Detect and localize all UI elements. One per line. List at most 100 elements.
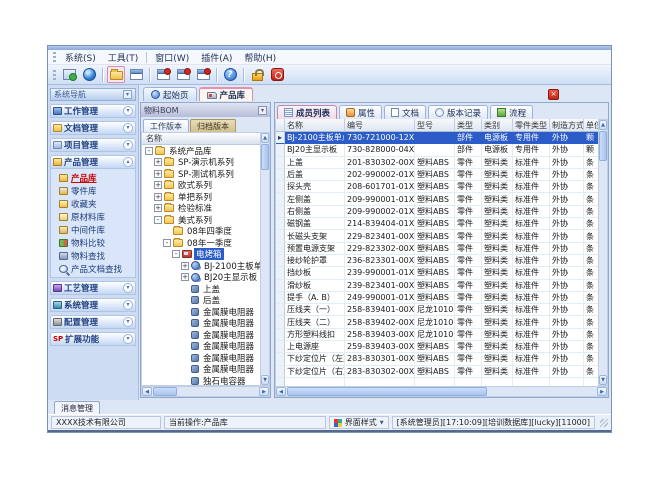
tree-item[interactable]: - 08年一季度 [142,237,260,249]
menu-item[interactable]: 帮助(H) [238,50,282,65]
table-row[interactable]: 上盖 201-830302-00X 塑料ABS 零件 塑料类 标准件 外协 条 [276,157,598,169]
toolbar-button[interactable] [221,66,239,83]
chevron-icon[interactable]: ▴ [123,157,133,167]
chevron-icon[interactable]: ▾ [123,317,133,327]
toolbar-button[interactable] [194,66,212,83]
sidebar-item[interactable]: 产品库 [51,171,135,184]
member-tab[interactable]: 版本记录 [428,105,488,119]
table-row[interactable]: ▸ BJ-2100主板单点 730-721000-12X 部件 电源板 专用件 … [276,132,598,144]
table-row[interactable]: 上电源座 259-839403-00X 塑料ABS 零件 塑料类 标准件 外协 … [276,341,598,353]
toolbar-button[interactable] [268,66,286,83]
window-resize-grip[interactable] [600,419,608,427]
expander-icon[interactable]: + [181,262,189,270]
chevron-icon[interactable]: ▾ [123,106,133,116]
version-tab[interactable]: 归档版本 [190,119,236,132]
tree-item[interactable]: + SP-演示机系列 [142,157,260,169]
toolbar-button[interactable] [154,66,172,83]
expander-icon[interactable]: + [154,204,162,212]
expander-icon[interactable]: - [172,250,180,258]
tree-item[interactable]: 金属膜电阻器 [142,341,260,353]
column-header[interactable]: 型号 [415,119,455,132]
sidebar-item[interactable]: 原材料库 [51,210,135,223]
expander-icon[interactable]: - [163,239,171,247]
tree-item[interactable]: - 电烤箱 [142,249,260,261]
document-tab[interactable]: 起始页 [143,87,197,101]
sidebar-item[interactable]: 收藏夹 [51,197,135,210]
sidebar-group-header[interactable]: 系统管理 ▾ [50,298,136,312]
tree-item[interactable]: - 美式系列 [142,214,260,226]
scroll-left-icon[interactable]: ◀ [276,387,286,396]
member-tab[interactable]: 文档 [384,105,426,119]
chevron-icon[interactable]: ▾ [123,334,133,344]
menu-item[interactable]: 插件(A) [195,50,238,65]
toolbar-button[interactable] [80,66,98,83]
column-header[interactable]: 名称 [285,119,345,132]
sidebar-group-header[interactable]: 工作管理 ▾ [50,104,136,118]
column-header[interactable]: 编号 [345,119,415,132]
table-row[interactable]: BJ20主显示板 730-828000-04X 部件 电源板 专用件 外协 颗 [276,144,598,156]
scroll-right-icon[interactable]: ▶ [259,387,269,396]
scrollbar-thumb[interactable] [599,131,607,161]
member-tab[interactable]: 成员列表 [277,105,337,119]
table-row[interactable]: 方形塑料线扣 258-839403-00X 尼龙1010 零件 塑料类 标准件 … [276,329,598,341]
tree-item[interactable]: + 检验标准 [142,203,260,215]
table-row[interactable]: 滑纱板 239-823401-00X 塑料ABS 零件 塑料类 标准件 外协 条 [276,280,598,292]
document-tab[interactable]: 产品库 [199,87,254,101]
tree-item[interactable]: 金属膜电阻器 [142,329,260,341]
chevron-icon[interactable]: ▾ [123,300,133,310]
toolbar-button[interactable] [107,66,125,83]
table-row[interactable]: 挡纱板 239-990001-01X 塑料ABS 零件 塑料类 标准件 外协 条 [276,267,598,279]
table-horizontal-scrollbar[interactable]: ◀ ▶ [275,386,608,397]
tree-item[interactable]: + 欧式系列 [142,180,260,192]
menu-item[interactable]: 工具(T) [102,50,145,65]
toolbar-button[interactable] [174,66,192,83]
expander-icon[interactable]: + [181,273,189,281]
tree-item[interactable]: + BJ20主显示板 [142,272,260,284]
scroll-down-icon[interactable]: ▼ [599,375,607,385]
scroll-down-icon[interactable]: ▼ [261,375,269,385]
tree-horizontal-scrollbar[interactable]: ◀ ▶ [141,386,270,397]
column-header[interactable]: 制造方式 [550,119,584,132]
tree-item[interactable]: + BJ-2100主板单点 [142,260,260,272]
column-header[interactable]: 单位 [584,119,598,132]
ui-style-dropdown[interactable]: 界面样式 ▼ [329,416,389,429]
table-row[interactable] [276,378,598,386]
message-panel-tab[interactable]: 消息管理 [54,401,100,414]
table-row[interactable]: 压线夹（二） 258-839402-00X 尼龙1010 零件 塑料类 标准件 … [276,316,598,328]
tree-item[interactable]: 后盖 [142,295,260,307]
sidebar-item[interactable]: 零件库 [51,184,135,197]
tree-item[interactable]: 独石电容器 [142,375,260,385]
scrollbar-thumb[interactable] [153,387,177,396]
table-row[interactable]: 下纱定位片（右） 283-830302-00X 塑料ABS 零件 塑料类 标准件… [276,366,598,378]
expander-icon[interactable]: - [145,147,153,155]
sidebar-group-header[interactable]: 产品管理 ▴ [50,155,136,169]
menu-item[interactable]: 系统(S) [59,50,102,65]
expander-icon[interactable]: + [154,170,162,178]
menu-item[interactable]: 窗口(W) [149,50,195,65]
expander-icon[interactable]: + [154,193,162,201]
table-row[interactable]: 左侧盖 209-990001-01X 塑料ABS 零件 塑料类 标准件 外协 条 [276,193,598,205]
scrollbar-thumb[interactable] [287,387,487,396]
chevron-icon[interactable]: ▾ [123,283,133,293]
chevron-icon[interactable]: ▾ [123,140,133,150]
toolbar-button[interactable] [248,66,266,83]
tree-item[interactable]: + 单把系列 [142,191,260,203]
sidebar-item[interactable]: 产品文档查找 [51,262,135,275]
scrollbar-thumb[interactable] [261,144,269,170]
pin-icon[interactable]: ▾ [258,106,267,115]
version-tab[interactable]: 工作版本 [143,119,189,132]
column-header[interactable]: 类型 [455,119,482,132]
tree-item[interactable]: - 系统产品库 [142,145,260,157]
tree-item[interactable]: 金属膜电阻器 [142,318,260,330]
tree-item[interactable]: 金属膜电阻器 [142,364,260,376]
table-row[interactable]: 后盖 202-990002-01X 塑料ABS 零件 塑料类 标准件 外协 条 [276,169,598,181]
tree-item[interactable]: 金属膜电阻器 [142,352,260,364]
sidebar-group-header[interactable]: 工艺管理 ▾ [50,281,136,295]
scroll-left-icon[interactable]: ◀ [142,387,152,396]
tree-column-header[interactable]: 名称 [142,133,260,145]
table-vertical-scrollbar[interactable]: ▲ ▼ [598,119,608,386]
sidebar-group-header[interactable]: 项目管理 ▾ [50,138,136,152]
table-row[interactable]: 右侧盖 209-990002-01X 塑料ABS 零件 塑料类 标准件 外协 条 [276,206,598,218]
tree-item[interactable]: 上盖 [142,283,260,295]
table-row[interactable]: 接纱轮护罩 236-823301-00X 塑料ABS 零件 塑料类 标准件 外协… [276,255,598,267]
